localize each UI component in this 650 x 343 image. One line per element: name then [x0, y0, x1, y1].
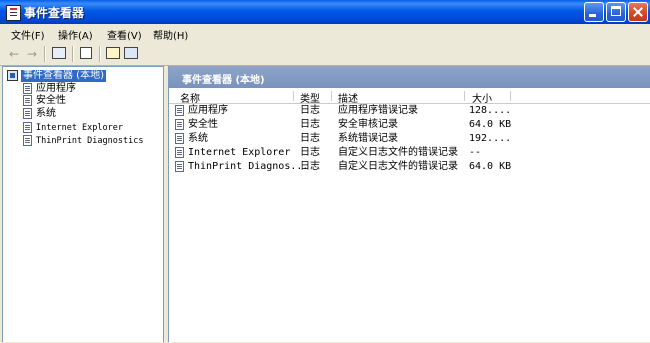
minimize-icon — [589, 14, 596, 17]
close-button[interactable] — [628, 2, 648, 22]
toolbar-separator — [44, 46, 46, 62]
event-viewer-app-icon[interactable] — [6, 5, 21, 21]
row-size: 128.... — [469, 105, 512, 116]
menu-action[interactable]: 操作(A) — [58, 27, 93, 42]
log-icon — [23, 135, 32, 146]
menu-bar: 文件(F) 操作(A) 查看(V) 帮助(H) — [0, 24, 650, 44]
row-size: 64.0 KB — [469, 161, 512, 172]
menu-help[interactable]: 帮助(H) — [153, 27, 188, 42]
tree-item-label: 系统 — [36, 108, 56, 119]
minimize-button[interactable] — [584, 2, 604, 22]
row-size: 192.... — [469, 133, 512, 144]
log-icon — [175, 119, 184, 130]
tree-item-label: 应用程序 — [36, 83, 76, 94]
back-icon[interactable]: ← — [9, 47, 19, 61]
row-description: 自定义日志文件的错误记录 — [338, 161, 458, 172]
row-type: 日志 — [300, 105, 320, 116]
column-header-description[interactable]: 描述 — [338, 90, 358, 105]
log-icon — [175, 161, 184, 172]
row-name: 应用程序 — [188, 105, 228, 116]
row-type: 日志 — [300, 119, 320, 130]
log-icon — [23, 95, 32, 106]
table-row[interactable]: Internet Explorer 日志 自定义日志文件的错误记录 -- — [169, 146, 650, 159]
row-type: 日志 — [300, 161, 320, 172]
tree-root-label: 事件查看器 (本地) — [21, 70, 106, 82]
row-size: 64.0 KB — [469, 119, 512, 130]
toolbar-separator — [72, 46, 74, 62]
tree-item-label: ThinPrint Diagnostics — [36, 136, 144, 146]
row-name: 安全性 — [188, 119, 218, 130]
column-divider[interactable] — [293, 91, 294, 101]
column-divider[interactable] — [331, 91, 332, 101]
column-header-size[interactable]: 大小 — [472, 90, 492, 105]
tree-item-label: Internet Explorer — [36, 123, 123, 133]
show-hide-tree-icon[interactable] — [52, 47, 66, 59]
log-icon — [23, 108, 32, 119]
log-icon — [175, 147, 184, 158]
export-list-icon[interactable] — [80, 47, 92, 59]
log-icon — [23, 122, 32, 133]
toolbar-separator — [99, 46, 101, 62]
row-size: -- — [469, 147, 482, 158]
window-title: 事件查看器 — [24, 6, 85, 20]
pane-title: 事件查看器 (本地) — [182, 75, 265, 86]
maximize-button[interactable] — [606, 2, 626, 22]
tree-pane[interactable]: 事件查看器 (本地) 应用程序 安全性 系统 Internet Explorer… — [2, 66, 164, 343]
title-bar[interactable]: 事件查看器 — [0, 0, 650, 24]
log-icon — [175, 105, 184, 116]
maximize-icon — [611, 6, 621, 16]
table-row[interactable]: ThinPrint Diagnos... 日志 自定义日志文件的错误记录 64.… — [169, 160, 650, 173]
table-row[interactable]: 安全性 日志 安全审核记录 64.0 KB — [169, 118, 650, 131]
row-description: 系统错误记录 — [338, 133, 398, 144]
row-name: ThinPrint Diagnos... — [188, 161, 309, 172]
row-description: 安全审核记录 — [338, 119, 398, 130]
column-divider[interactable] — [464, 91, 465, 101]
properties-icon[interactable] — [106, 47, 120, 59]
row-type: 日志 — [300, 133, 320, 144]
log-icon — [23, 83, 32, 94]
menu-file[interactable]: 文件(F) — [11, 27, 45, 42]
help-icon[interactable] — [124, 47, 138, 59]
column-header-name[interactable]: 名称 — [180, 90, 200, 105]
column-divider[interactable] — [510, 91, 511, 101]
column-header-row: 名称 类型 描述 大小 — [169, 89, 650, 105]
row-type: 日志 — [300, 147, 320, 158]
event-viewer-icon — [7, 70, 18, 81]
menu-view[interactable]: 查看(V) — [107, 27, 142, 42]
row-name: Internet Explorer — [188, 147, 291, 158]
row-description: 应用程序错误记录 — [338, 105, 418, 116]
tree-item-label: 安全性 — [36, 95, 66, 106]
log-icon — [175, 133, 184, 144]
row-name: 系统 — [188, 133, 208, 144]
log-list-pane: 事件查看器 (本地) 名称 类型 描述 大小 应用程序 日志 应用程序错误记录 … — [168, 66, 650, 343]
close-icon — [629, 3, 647, 21]
toolbar: ← → — [0, 43, 650, 66]
table-row[interactable]: 应用程序 日志 应用程序错误记录 128.... — [169, 104, 650, 117]
forward-icon[interactable]: → — [27, 47, 37, 61]
column-header-type[interactable]: 类型 — [300, 90, 320, 105]
row-description: 自定义日志文件的错误记录 — [338, 147, 458, 158]
table-row[interactable]: 系统 日志 系统错误记录 192.... — [169, 132, 650, 145]
pane-header: 事件查看器 (本地) — [169, 66, 650, 88]
